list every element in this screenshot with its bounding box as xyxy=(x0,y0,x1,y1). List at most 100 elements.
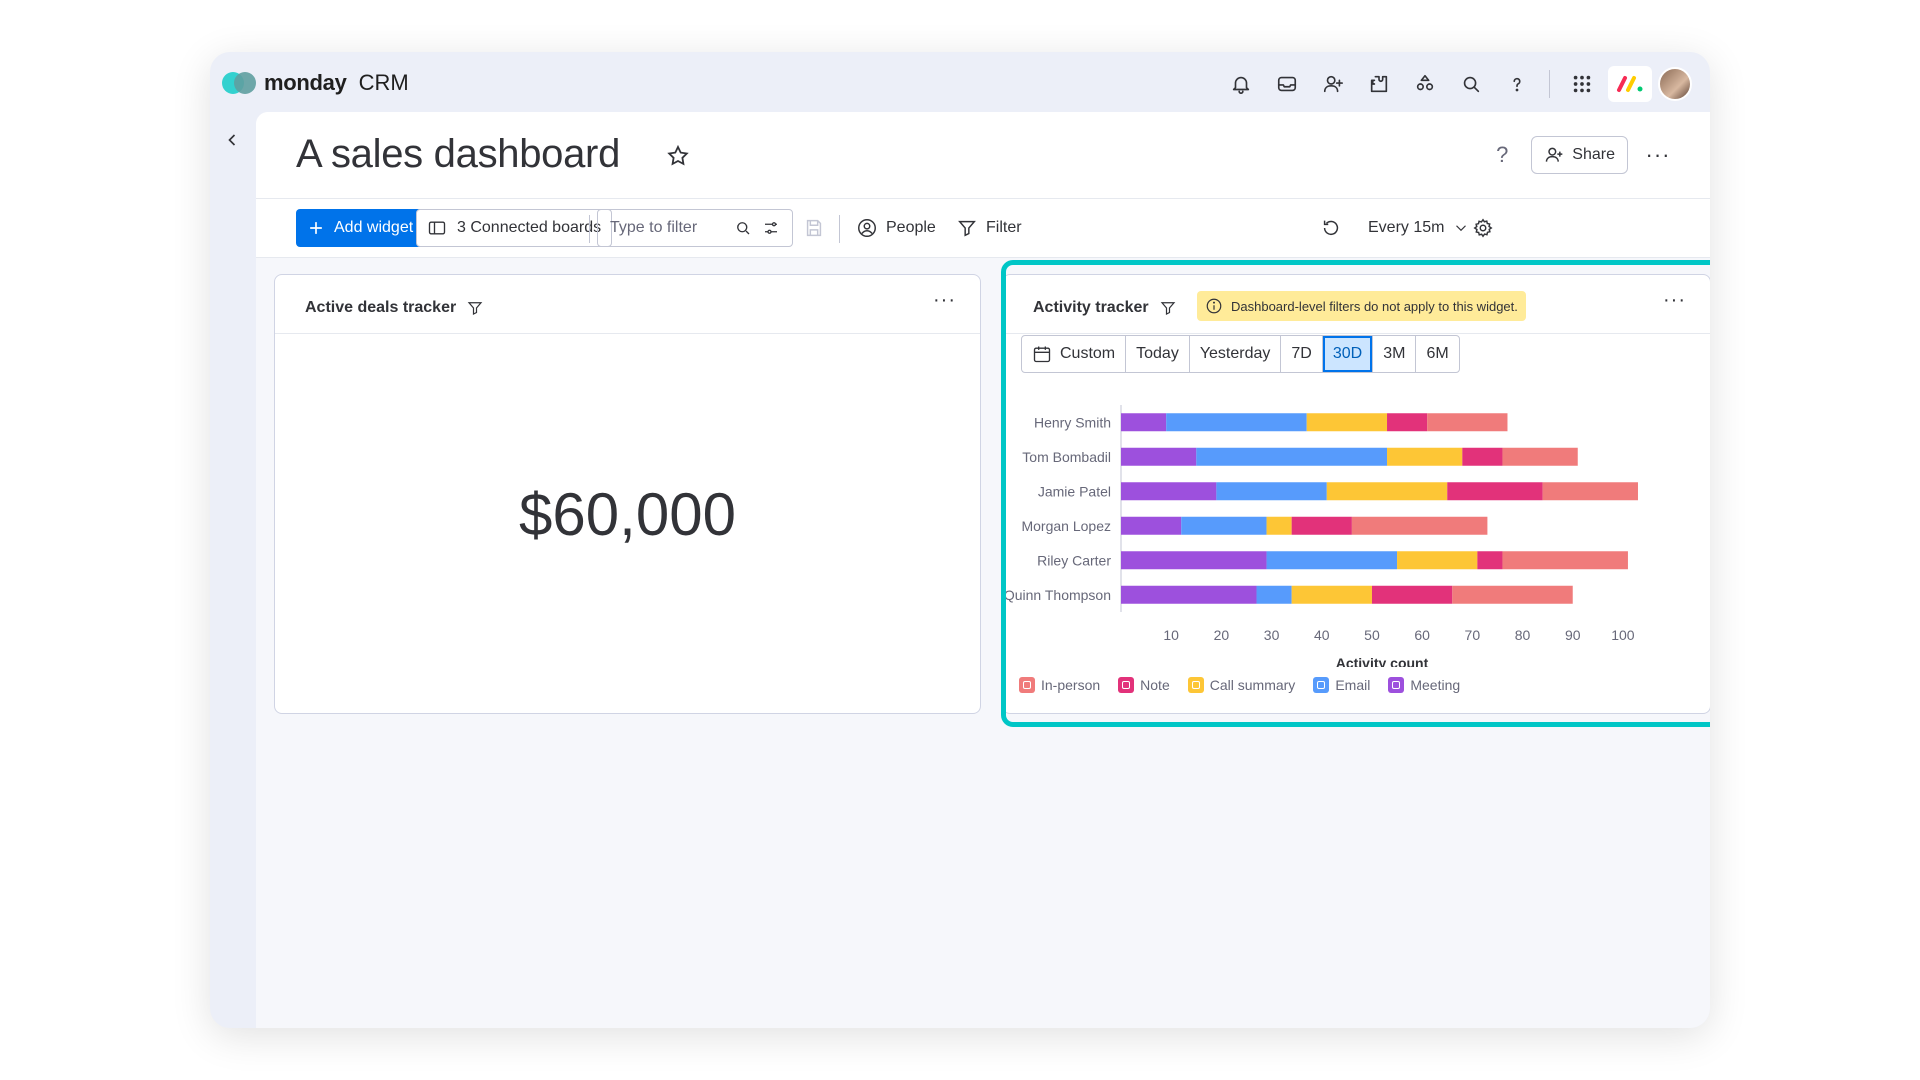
legend-item-in-person[interactable]: In-person xyxy=(1019,677,1100,693)
chevron-left-icon[interactable] xyxy=(222,130,246,154)
range-option-6m[interactable]: 6M xyxy=(1416,336,1458,372)
app-switcher-icon[interactable] xyxy=(1562,64,1602,104)
bar-segment-meeting[interactable] xyxy=(1121,585,1257,604)
divider xyxy=(1003,333,1710,334)
people-label: People xyxy=(886,219,936,236)
top-bar: monday CRM xyxy=(210,52,1710,112)
bar-segment-call-summary[interactable] xyxy=(1306,413,1388,432)
share-button[interactable]: Share xyxy=(1531,136,1628,174)
filter-search-input[interactable]: Type to filter xyxy=(597,209,793,247)
bar-segment-email[interactable] xyxy=(1216,482,1327,501)
x-tick-label: 30 xyxy=(1264,627,1280,643)
bar-segment-call-summary[interactable] xyxy=(1387,447,1463,466)
filter-notice: Dashboard-level filters do not apply to … xyxy=(1197,291,1526,321)
inbox-icon[interactable] xyxy=(1267,64,1307,104)
bar-segment-note[interactable] xyxy=(1387,413,1428,432)
legend-item-meeting[interactable]: Meeting xyxy=(1388,677,1460,693)
bar-segment-meeting[interactable] xyxy=(1121,516,1182,535)
bar-segment-call-summary[interactable] xyxy=(1326,482,1448,501)
refresh-interval-dropdown[interactable]: Every 15m xyxy=(1368,209,1470,247)
filter-notice-text: Dashboard-level filters do not apply to … xyxy=(1231,298,1518,314)
add-widget-button[interactable]: Add widget xyxy=(296,209,424,247)
x-tick-label: 100 xyxy=(1611,627,1635,643)
bar-segment-call-summary[interactable] xyxy=(1291,585,1372,604)
bar-segment-email[interactable] xyxy=(1256,585,1292,604)
logo[interactable]: monday CRM xyxy=(222,70,409,96)
range-option-3m[interactable]: 3M xyxy=(1373,336,1417,372)
range-option-today[interactable]: Today xyxy=(1126,336,1190,372)
bar-segment-call-summary[interactable] xyxy=(1397,551,1478,570)
bar-segment-note[interactable] xyxy=(1447,482,1543,501)
x-tick-label: 50 xyxy=(1364,627,1380,643)
range-option-30d[interactable]: 30D xyxy=(1322,336,1374,372)
help-icon[interactable] xyxy=(1497,64,1537,104)
category-label: Morgan Lopez xyxy=(1021,518,1111,534)
category-label: Tom Bombadil xyxy=(1022,449,1111,465)
marketplace-icon[interactable] xyxy=(1405,64,1445,104)
bar-segment-meeting[interactable] xyxy=(1121,551,1267,570)
help-button[interactable]: ? xyxy=(1487,142,1517,168)
funnel-icon[interactable] xyxy=(1159,299,1177,317)
filter-placeholder: Type to filter xyxy=(610,219,698,236)
range-option-custom[interactable]: Custom xyxy=(1022,336,1127,372)
sidebar-collapse xyxy=(210,112,256,1028)
chevron-down-icon xyxy=(1456,225,1467,232)
bar-segment-email[interactable] xyxy=(1196,447,1388,466)
monday-mark-icon[interactable] xyxy=(1608,66,1652,102)
more-options-button[interactable]: ··· xyxy=(1642,142,1674,168)
bar-segment-email[interactable] xyxy=(1181,516,1267,535)
x-tick-label: 80 xyxy=(1515,627,1531,643)
save-icon xyxy=(806,219,822,237)
x-tick-label: 40 xyxy=(1314,627,1330,643)
sliders-icon[interactable] xyxy=(762,219,780,237)
search-icon[interactable] xyxy=(1451,64,1491,104)
bar-segment-in-person[interactable] xyxy=(1427,413,1508,432)
legend-item-call-summary[interactable]: Call summary xyxy=(1187,677,1296,693)
widget-menu-button[interactable]: ··· xyxy=(1663,289,1686,312)
invite-member-icon[interactable] xyxy=(1313,64,1353,104)
range-label: Yesterday xyxy=(1199,345,1271,362)
range-option-7d[interactable]: 7D xyxy=(1281,336,1323,372)
star-icon[interactable] xyxy=(666,144,692,170)
bar-segment-email[interactable] xyxy=(1266,551,1398,570)
bar-segment-email[interactable] xyxy=(1166,413,1307,432)
bell-icon[interactable] xyxy=(1221,64,1261,104)
refresh-icon xyxy=(1323,220,1339,236)
bar-segment-in-person[interactable] xyxy=(1502,447,1578,466)
main-content: A sales dashboard ? Share ··· Add widget… xyxy=(256,112,1710,1028)
bar-segment-meeting[interactable] xyxy=(1121,413,1167,432)
bar-segment-in-person[interactable] xyxy=(1351,516,1488,535)
x-tick-label: 60 xyxy=(1414,627,1430,643)
legend-label: Call summary xyxy=(1209,677,1296,693)
bar-segment-in-person[interactable] xyxy=(1452,585,1573,604)
legend-swatch-icon xyxy=(1187,677,1204,693)
share-user-icon xyxy=(1546,147,1563,162)
apps-icon[interactable] xyxy=(1359,64,1399,104)
filter-button[interactable]: Filter xyxy=(956,209,1022,247)
connected-boards-button[interactable]: 3 Connected boards xyxy=(416,209,613,247)
bar-segment-note[interactable] xyxy=(1371,585,1453,604)
bar-segment-note[interactable] xyxy=(1477,551,1503,570)
settings-button[interactable] xyxy=(1472,209,1494,247)
legend-item-note[interactable]: Note xyxy=(1118,677,1170,693)
bar-segment-note[interactable] xyxy=(1291,516,1352,535)
user-avatar[interactable] xyxy=(1658,67,1692,101)
bar-segment-in-person[interactable] xyxy=(1542,482,1638,501)
bar-segment-in-person[interactable] xyxy=(1502,551,1628,570)
x-axis-title: Activity count xyxy=(1336,655,1429,667)
bar-segment-meeting[interactable] xyxy=(1121,447,1197,466)
legend-item-email[interactable]: Email xyxy=(1313,677,1370,693)
people-filter-button[interactable]: People xyxy=(856,209,936,247)
deals-value: $60,000 xyxy=(519,480,736,548)
range-option-yesterday[interactable]: Yesterday xyxy=(1190,336,1282,372)
search-icon xyxy=(737,222,750,235)
bar-segment-call-summary[interactable] xyxy=(1266,516,1292,535)
category-label: Riley Carter xyxy=(1037,552,1111,568)
logo-mark-icon xyxy=(222,72,256,94)
bar-segment-meeting[interactable] xyxy=(1121,482,1217,501)
page-title[interactable]: A sales dashboard xyxy=(296,132,620,177)
bar-segment-note[interactable] xyxy=(1462,447,1503,466)
refresh-button[interactable] xyxy=(1320,209,1342,247)
filter-label: Filter xyxy=(986,219,1022,236)
save-view-button[interactable] xyxy=(803,209,825,247)
